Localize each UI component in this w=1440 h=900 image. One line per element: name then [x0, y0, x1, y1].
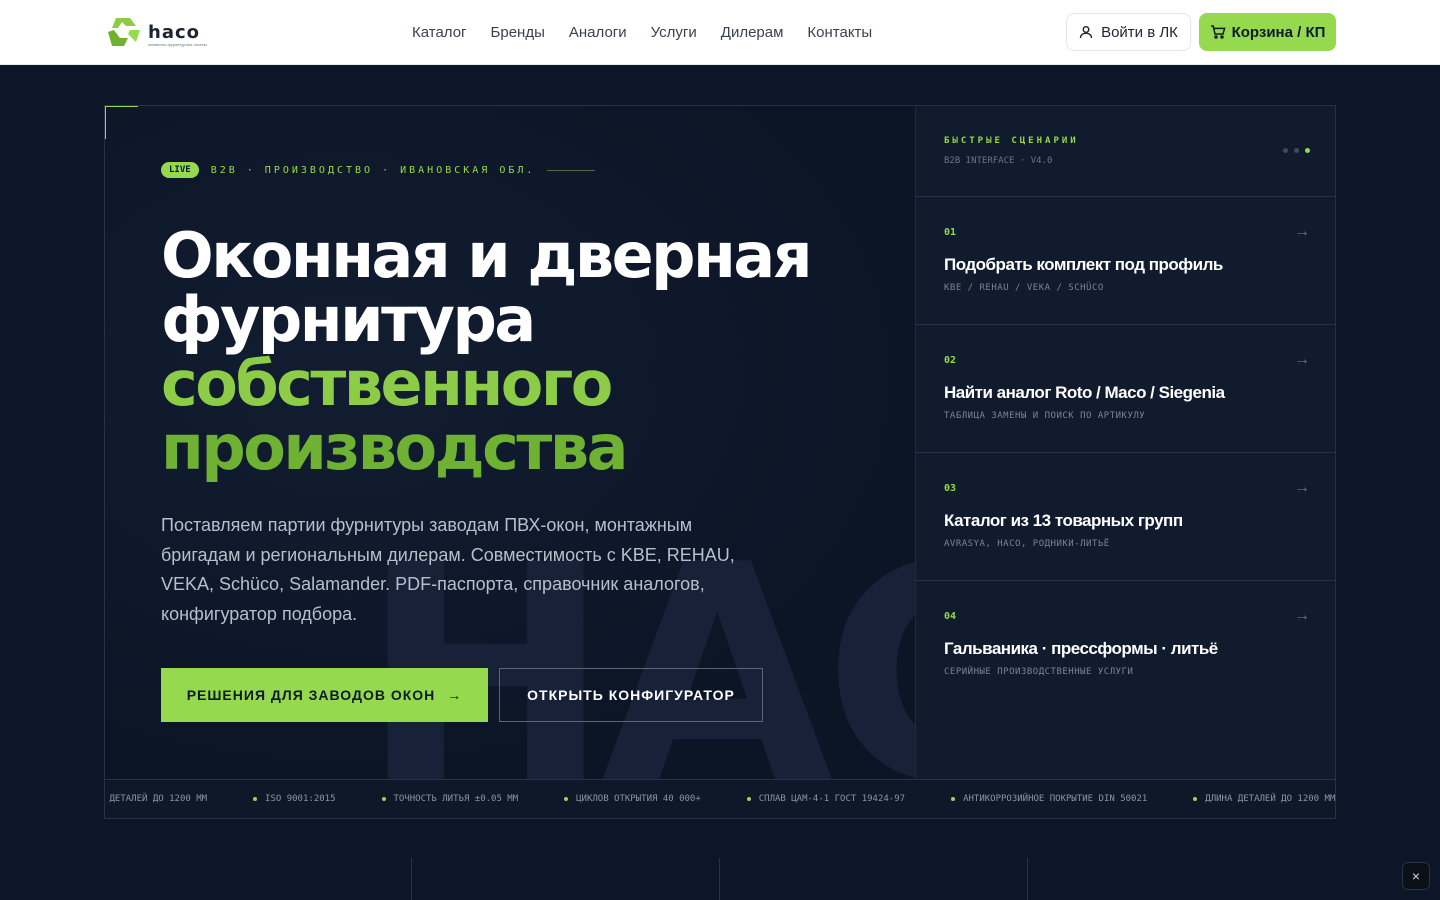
specs-ticker: ДЛИНА ДЕТАЛЕЙ ДО 1200 ММ ISO 9001:2015 ТОЧ… — [105, 779, 1335, 818]
scenario-item-catalog[interactable]: 03 Каталог из 13 товарных групп AVRASYA,… — [916, 453, 1335, 581]
scenario-number: 03 — [944, 483, 957, 494]
ticker-item: ТОЧНОСТЬ ЛИТЬЯ ±0.05 ММ — [381, 794, 519, 804]
ticker-item: ДЛИНА ДЕТАЛЕЙ ДО 1200 ММ — [105, 794, 207, 804]
user-icon — [1079, 26, 1093, 39]
close-button[interactable]: × — [1402, 862, 1430, 890]
headline-line-4: производства — [161, 411, 628, 484]
ticker-track: ДЛИНА ДЕТАЛЕЙ ДО 1200 ММ ISO 9001:2015 ТОЧ… — [105, 794, 1335, 804]
bullet-icon — [381, 797, 386, 801]
headline-line-3: собственного — [161, 347, 613, 420]
nav-analogs[interactable]: Аналоги — [569, 24, 627, 41]
ticker-text: ДЛИНА ДЕТАЛЕЙ ДО 1200 ММ — [105, 794, 208, 804]
scenario-subtitle: СЕРИЙНЫЕ ПРОИЗВОДСТВЕННЫЕ УСЛУГИ — [944, 667, 1134, 677]
section-divider — [719, 858, 720, 900]
arrow-right-icon: → — [1294, 223, 1310, 240]
nav-contacts[interactable]: Контакты — [807, 24, 872, 41]
factories-solutions-button[interactable]: РЕШЕНИЯ ДЛЯ ЗАВОДОВ ОКОН → — [161, 668, 488, 722]
nav-catalog[interactable]: Каталог — [412, 24, 467, 41]
ticker-text: ЦИКЛОВ ОТКРЫТИЯ 40 000+ — [576, 794, 701, 804]
scenario-subtitle: AVRASYA, HACO, РОДНИКИ-ЛИТЬЁ — [944, 539, 1110, 549]
arrow-right-icon: → — [1294, 607, 1310, 624]
main-nav: Каталог Бренды Аналоги Услуги Дилерам Ко… — [400, 0, 884, 65]
logo-text: haco — [148, 22, 200, 43]
panel-subtitle: B2B INTERFACE · V4.0 — [944, 156, 1053, 166]
scenario-number: 01 — [944, 227, 957, 238]
scenario-item-find-analog[interactable]: 02 Найти аналог Roto / Maco / Siegenia Т… — [916, 325, 1335, 453]
panel-pager — [1283, 148, 1310, 153]
section-divider — [411, 858, 412, 900]
hero-headline: Оконная и дверная фурнитура собственного… — [161, 219, 813, 484]
cart-icon — [1210, 25, 1226, 39]
open-configurator-button[interactable]: ОТКРЫТЬ КОНФИГУРАТОР — [499, 668, 763, 722]
scenario-title: Гальваника · прессформы · литьё — [944, 639, 1218, 658]
panel-header: БЫСТРЫЕ СЦЕНАРИИ B2B INTERFACE · V4.0 — [916, 106, 1335, 197]
bullet-icon — [746, 797, 751, 801]
pager-dot-active[interactable] — [1305, 148, 1310, 153]
pager-dot[interactable] — [1294, 148, 1299, 153]
bullet-icon — [253, 797, 258, 801]
primary-button-label: РЕШЕНИЯ ДЛЯ ЗАВОДОВ ОКОН — [186, 687, 436, 703]
arrow-right-icon: → — [447, 687, 463, 703]
ticker-item: ДЛИНА ДЕТАЛЕЙ ДО 1200 ММ — [1193, 794, 1335, 804]
hero-section: HACO LIVE B2B · ПРОИЗВОДСТВО · ИВАНОВСКА… — [104, 105, 1336, 819]
cart-button[interactable]: Корзина / КП — [1199, 13, 1336, 51]
logo-tagline: элементы фурнитурных систем — [148, 42, 207, 47]
bullet-icon — [564, 797, 569, 801]
nav-dealers[interactable]: Дилерам — [721, 24, 784, 41]
logo-icon — [108, 18, 140, 46]
ticker-item: ЦИКЛОВ ОТКРЫТИЯ 40 000+ — [564, 794, 701, 804]
logo[interactable]: haco элементы фурнитурных систем — [106, 16, 216, 48]
scenario-subtitle: ТАБЛИЦА ЗАМЕНЫ И ПОИСК ПО АРТИКУЛУ — [944, 411, 1146, 421]
quick-scenarios-panel: БЫСТРЫЕ СЦЕНАРИИ B2B INTERFACE · V4.0 01… — [915, 106, 1335, 779]
ticker-text: ДЛИНА ДЕТАЛЕЙ ДО 1200 ММ — [1205, 794, 1336, 804]
hero-content: HACO LIVE B2B · ПРОИЗВОДСТВО · ИВАНОВСКА… — [105, 106, 1288, 818]
panel-title: БЫСТРЫЕ СЦЕНАРИИ — [944, 136, 1079, 146]
tagline-divider — [547, 169, 596, 171]
bullet-icon — [951, 797, 956, 801]
section-divider — [1027, 858, 1028, 900]
nav-brands[interactable]: Бренды — [491, 24, 545, 41]
headline-line-2: фурнитура — [161, 283, 536, 356]
scenario-item-profile-kit[interactable]: 01 Подобрать комплект под профиль KBE / … — [916, 197, 1335, 325]
ticker-item: ISO 9001:2015 — [253, 794, 336, 804]
secondary-button-label: ОТКРЫТЬ КОНФИГУРАТОР — [527, 687, 735, 703]
login-label: Войти в ЛК — [1101, 23, 1178, 41]
scenario-number: 04 — [944, 611, 957, 622]
cart-label: Корзина / КП — [1231, 23, 1326, 41]
site-header: haco элементы фурнитурных систем Каталог… — [0, 0, 1440, 65]
login-button[interactable]: Войти в ЛК — [1066, 13, 1191, 51]
corner-accent — [105, 106, 138, 139]
hero-tagline: LIVE B2B · ПРОИЗВОДСТВО · ИВАНОВСКАЯ ОБЛ… — [161, 162, 596, 178]
ticker-text: АНТИКОРРОЗИЙНОЕ ПОКРЫТИЕ DIN 50021 — [963, 794, 1148, 804]
pager-dot[interactable] — [1283, 148, 1288, 153]
scenario-subtitle: KBE / REHAU / VEKA / SCHÜCO — [944, 283, 1104, 293]
hero-description: Поставляем партии фурнитуры заводам ПВХ-… — [161, 515, 735, 624]
scenario-number: 02 — [944, 355, 957, 366]
scenario-title: Найти аналог Roto / Maco / Siegenia — [944, 383, 1225, 402]
ticker-text: ISO 9001:2015 — [265, 794, 336, 804]
scenario-item-production-services[interactable]: 04 Гальваника · прессформы · литьё СЕРИЙ… — [916, 581, 1335, 709]
headline-line-1: Оконная и дверная — [161, 219, 813, 292]
arrow-right-icon: → — [1294, 479, 1310, 496]
ticker-text: СПЛАВ ЦАМ-4-1 ГОСТ 19424-97 — [758, 794, 906, 804]
scenario-title: Каталог из 13 товарных групп — [944, 511, 1183, 530]
nav-services[interactable]: Услуги — [651, 24, 697, 41]
tagline-text: B2B · ПРОИЗВОДСТВО · ИВАНОВСКАЯ ОБЛ. — [210, 164, 536, 176]
ticker-item: СПЛАВ ЦАМ-4-1 ГОСТ 19424-97 — [746, 794, 906, 804]
live-badge: LIVE — [161, 162, 199, 178]
ticker-item: АНТИКОРРОЗИЙНОЕ ПОКРЫТИЕ DIN 50021 — [951, 794, 1147, 804]
arrow-right-icon: → — [1294, 351, 1310, 368]
scenario-title: Подобрать комплект под профиль — [944, 255, 1223, 274]
close-icon: × — [1411, 868, 1421, 884]
bullet-icon — [1193, 797, 1198, 801]
ticker-text: ТОЧНОСТЬ ЛИТЬЯ ±0.05 ММ — [393, 794, 519, 804]
